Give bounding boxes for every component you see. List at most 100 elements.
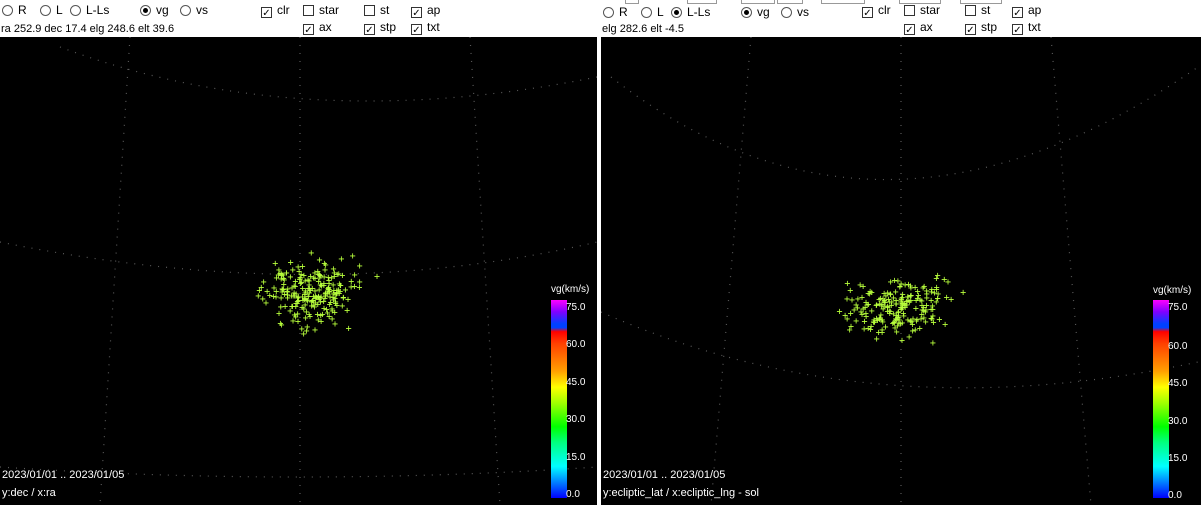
checkbox-clr[interactable]: ✓ clr [261, 3, 290, 19]
right-date-range: 2023/01/01 .. 2023/01/05 [603, 469, 726, 481]
meteor-point: + [290, 316, 296, 327]
radio-l-label: L [657, 5, 664, 19]
meteor-point: + [848, 309, 854, 320]
left-info-readout: ra 252.9 dec 17.4 elg 248.6 elt 39.6 [1, 23, 175, 35]
meteor-point: + [289, 283, 295, 294]
right-axes-label: y:ecliptic_lat / x:ecliptic_lng - sol [603, 487, 759, 499]
checkbox-st-label: st [981, 3, 991, 17]
checkbox-ax[interactable]: ✓ ax [904, 20, 933, 36]
right-colorbar-tick-15: 15.0 [1168, 453, 1188, 464]
checkbox-st[interactable]: st [364, 3, 389, 17]
left-grid-meridian [469, 37, 501, 505]
right-top-edge-1 [625, 0, 639, 4]
left-grid-arc [59, 46, 597, 102]
checkbox-clr[interactable]: ✓ clr [862, 3, 891, 19]
meteor-point: + [350, 251, 356, 262]
radio-r-label: R [18, 3, 27, 17]
right-colorbar-tick-45: 45.0 [1168, 378, 1188, 389]
checkbox-star[interactable]: star [303, 3, 339, 17]
checkbox-ap[interactable]: ✓ ap [411, 3, 441, 19]
radio-l-ls[interactable]: L-Ls [70, 3, 109, 17]
right-colorbar [1153, 300, 1169, 498]
meteor-point: + [277, 319, 283, 330]
left-control-bar: R L L-Ls vg vs ✓ clr star st ✓ ap ✓ ax ✓ stp… [0, 0, 597, 37]
meteor-point: + [316, 285, 322, 296]
checkbox-txt-label: txt [427, 20, 440, 34]
right-scatter-plot[interactable]: +++++++++++ +++++++ ++++ ++ ++++++++++++++++… [601, 37, 1201, 505]
meteor-point: + [299, 262, 305, 273]
meteor-point: + [326, 286, 332, 297]
checkbox-ax[interactable]: ✓ ax [303, 20, 332, 36]
meteor-point: + [337, 281, 343, 292]
meteor-point: + [326, 276, 332, 287]
meteor-point: + [876, 328, 882, 339]
radio-l[interactable]: L [40, 3, 63, 17]
meteor-point: + [306, 310, 312, 321]
meteor-point: + [934, 282, 940, 293]
right-top-edge-3 [741, 0, 775, 4]
right-grid-meridian [1050, 37, 1092, 505]
right-meteor-points: +++++++++++ +++++++ ++++ ++ ++++++++++++++++… [836, 271, 966, 349]
meteor-point: + [907, 297, 913, 308]
left-meteor-points: ++++++ +++++++++++ ++++++ + +++++++++++ +++++… [255, 248, 380, 340]
radio-vg-label: vg [757, 5, 770, 19]
radio-l[interactable]: L [641, 5, 664, 19]
meteor-point: + [290, 265, 296, 276]
checkbox-stp[interactable]: ✓ stp [364, 20, 396, 36]
radio-vs-label: vs [196, 3, 208, 17]
left-colorbar-tick-60: 60.0 [566, 339, 586, 350]
checkbox-ap-label: ap [427, 3, 441, 17]
meteor-point: + [944, 293, 950, 304]
meteor-point: + [942, 319, 948, 330]
radio-vs[interactable]: vs [781, 5, 809, 19]
left-scatter-plot[interactable]: ++++++ +++++++++++ ++++++ + +++++++++++ +++++… [0, 37, 597, 505]
left-colorbar-tick-45: 45.0 [566, 377, 586, 388]
checkbox-ap[interactable]: ✓ ap [1012, 3, 1041, 19]
meteor-point: + [256, 286, 262, 297]
checkbox-stp-label: stp [981, 20, 998, 34]
meteor-point: + [344, 306, 350, 317]
meteor-point: + [930, 338, 936, 349]
radio-r-label: R [619, 5, 628, 19]
meteor-point: + [853, 300, 859, 311]
meteor-point: + [899, 300, 905, 311]
checkbox-st[interactable]: st [965, 3, 990, 17]
meteor-point: + [345, 294, 351, 305]
right-info-readout: elg 282.6 elt -4.5 [602, 23, 684, 35]
right-grid-meridian [710, 37, 752, 505]
radio-r[interactable]: R [2, 3, 27, 17]
radio-vg[interactable]: vg [741, 5, 770, 19]
meteor-point: + [306, 276, 312, 287]
left-colorbar-tick-15: 15.0 [566, 452, 586, 463]
meteor-point: + [323, 304, 329, 315]
meteor-point: + [886, 306, 892, 317]
meteor-point: + [894, 327, 900, 338]
meteor-point: + [836, 307, 842, 318]
meteor-point: + [305, 291, 311, 302]
checkbox-txt[interactable]: ✓ txt [1012, 20, 1041, 36]
radio-l-ls-label: L-Ls [86, 3, 110, 17]
radio-l-label: L [56, 3, 63, 17]
meteor-point: + [338, 254, 344, 265]
radio-vg[interactable]: vg [140, 3, 169, 17]
meteor-point: + [303, 326, 309, 337]
checkbox-st-label: st [380, 3, 390, 17]
meteor-point: + [877, 313, 883, 324]
checkbox-star-label: star [319, 3, 340, 17]
left-colorbar-tick-30: 30.0 [566, 414, 586, 425]
right-top-edge-5 [821, 0, 865, 4]
checkbox-clr-label: clr [277, 3, 290, 17]
left-colorbar [551, 300, 567, 498]
checkbox-star[interactable]: star [904, 3, 940, 17]
checkbox-txt[interactable]: ✓ txt [411, 20, 440, 36]
meteor-point: + [861, 324, 867, 335]
radio-vs[interactable]: vs [180, 3, 208, 17]
checkbox-stp[interactable]: ✓ stp [965, 20, 998, 36]
radio-l-ls[interactable]: L-Ls [671, 5, 710, 19]
right-plot-panel: R L L-Ls vg vs ✓ clr star st ✓ ap ✓ ax ✓ stp… [601, 0, 1201, 505]
meteor-point: + [308, 248, 314, 259]
meteor-point: + [908, 317, 914, 328]
meteor-point: + [264, 286, 270, 297]
radio-r[interactable]: R [603, 5, 628, 19]
meteor-point: + [899, 336, 905, 347]
